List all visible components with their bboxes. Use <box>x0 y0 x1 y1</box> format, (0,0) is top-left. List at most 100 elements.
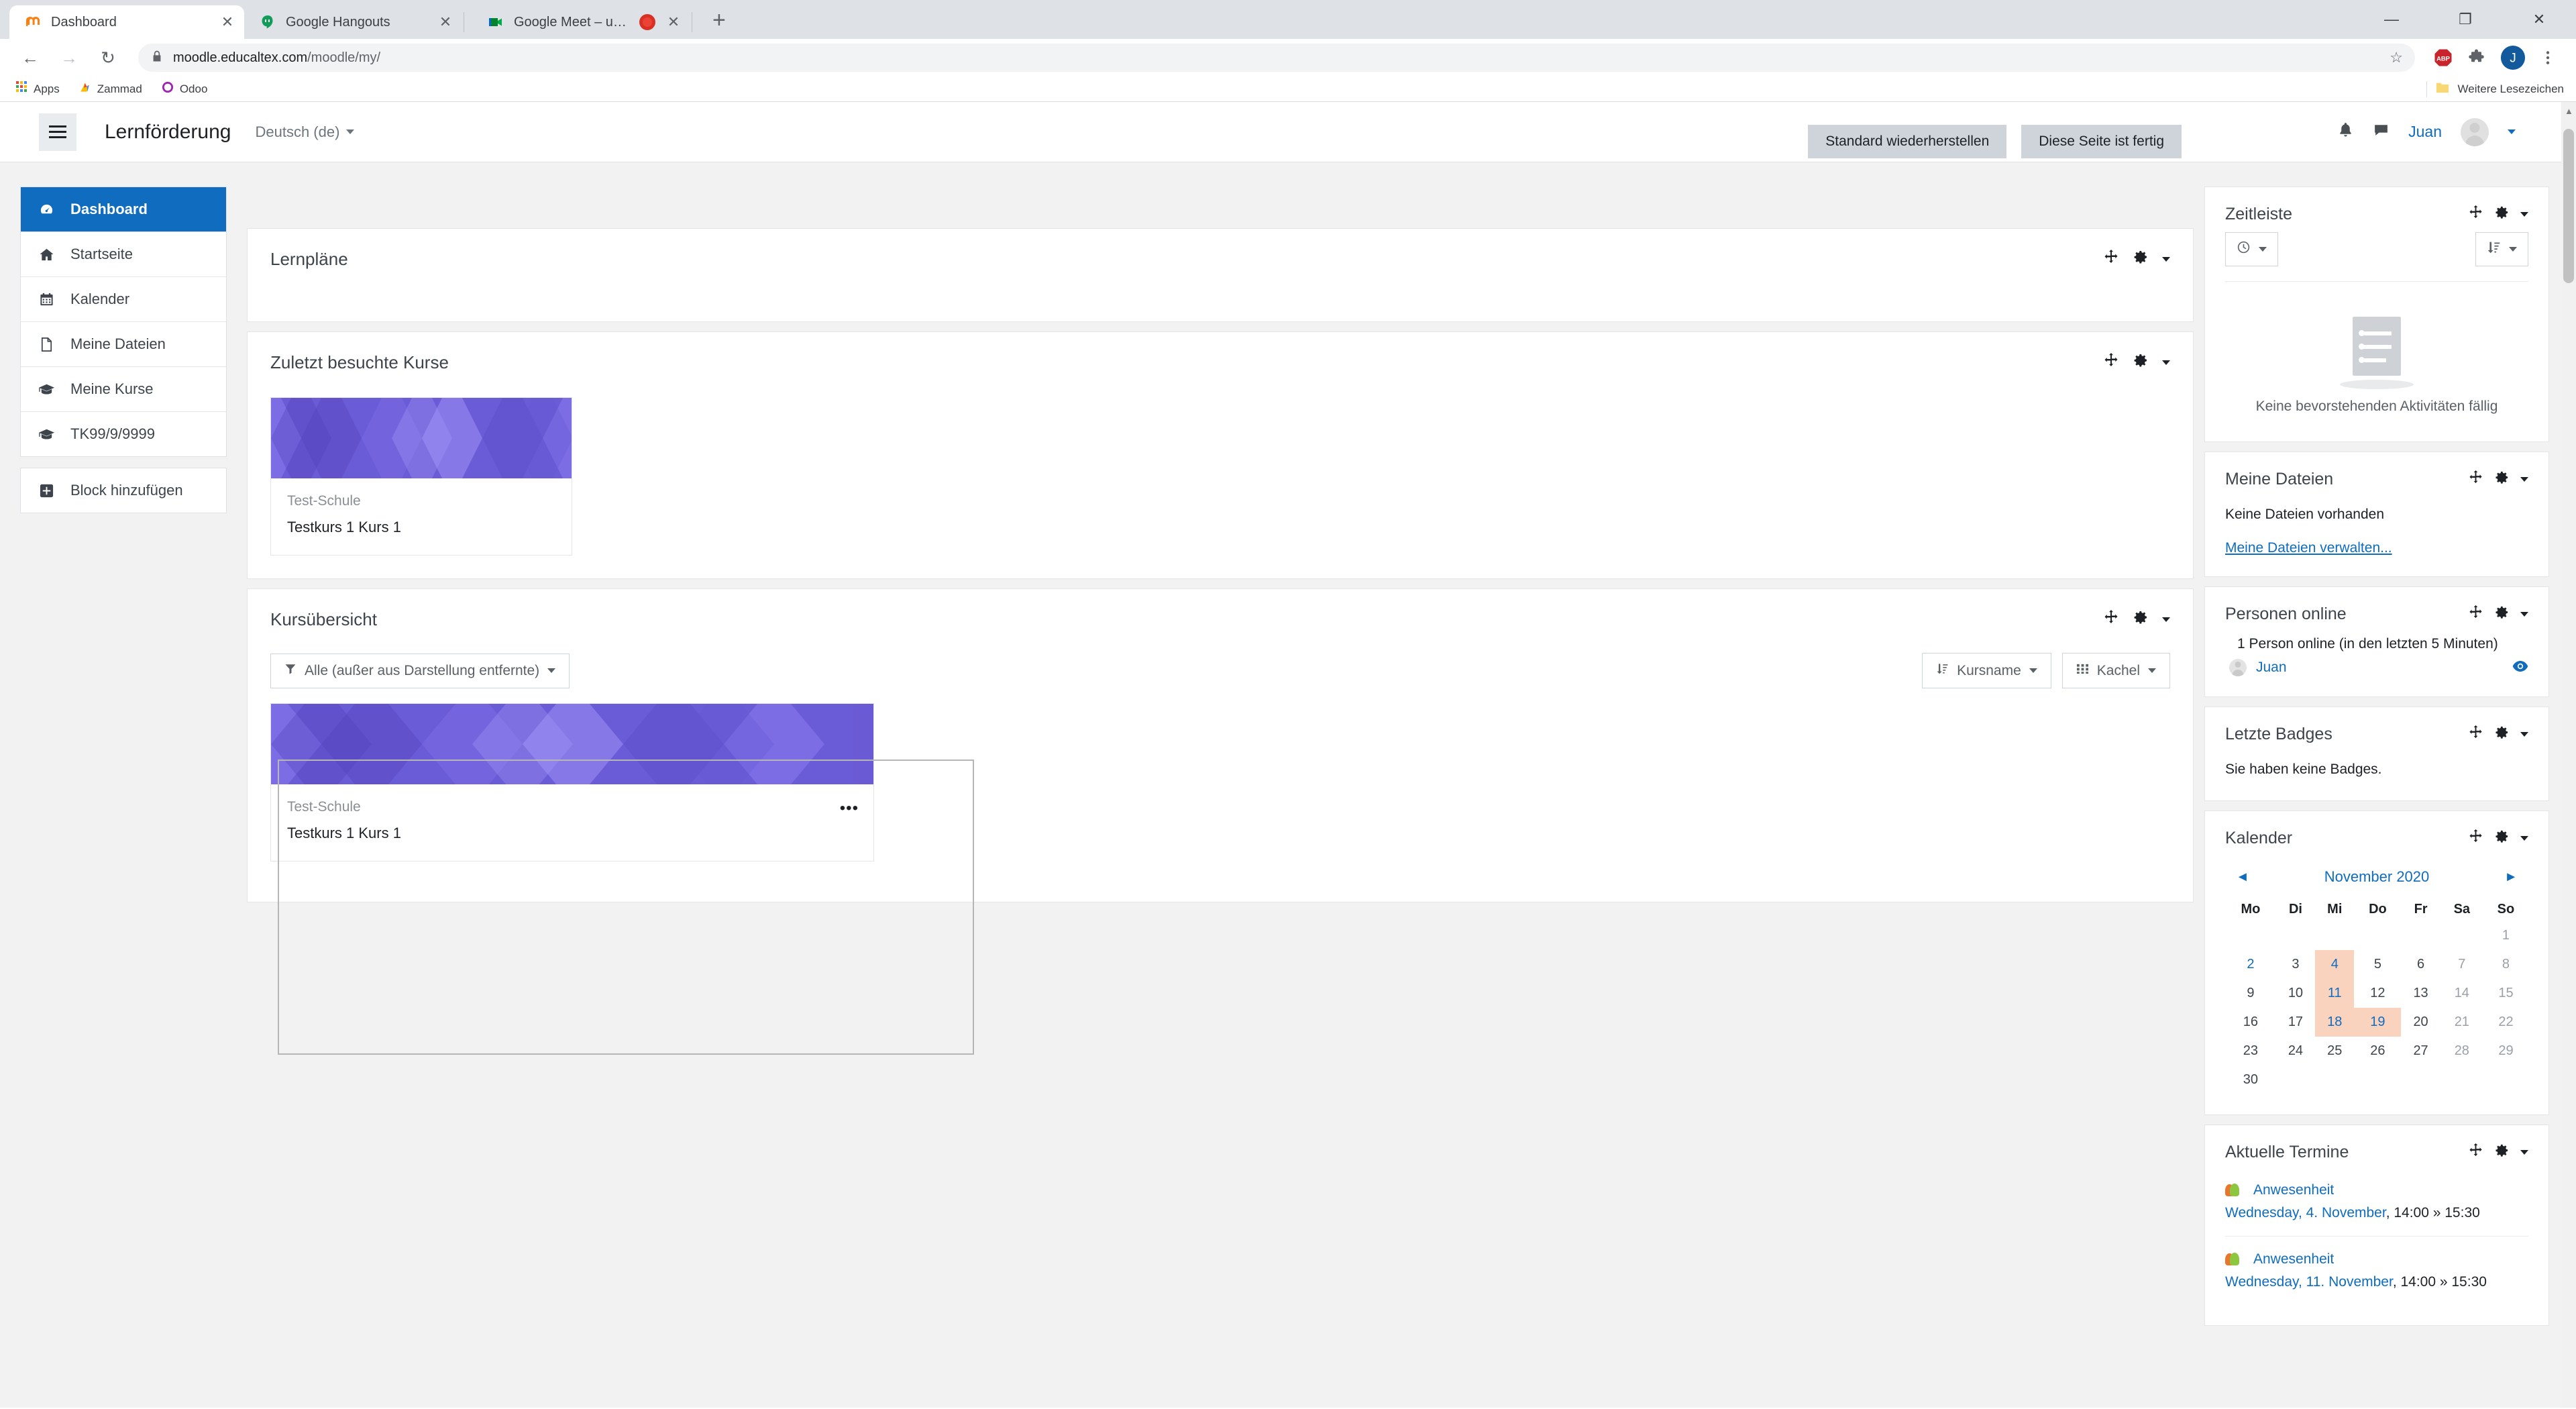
bookmark-star-icon[interactable]: ☆ <box>2390 49 2403 66</box>
gear-icon[interactable] <box>2494 470 2510 488</box>
bookmark-apps[interactable]: Apps <box>9 79 66 99</box>
calendar-day[interactable]: 19 <box>2354 1008 2402 1037</box>
move-arrows-icon[interactable] <box>2103 609 2119 630</box>
chevron-down-icon[interactable] <box>2162 617 2170 622</box>
calendar-day[interactable]: 3 <box>2276 950 2315 979</box>
calendar-day[interactable]: 30 <box>2225 1065 2276 1094</box>
close-window-icon[interactable]: ✕ <box>2502 0 2576 39</box>
new-tab-button[interactable]: + <box>712 7 726 34</box>
move-arrows-icon[interactable] <box>2468 829 2483 847</box>
manage-my-files-link[interactable]: Meine Dateien verwalten... <box>2225 540 2528 556</box>
user-menu-chevron-down-icon[interactable] <box>2508 129 2516 134</box>
event-date-link[interactable]: Wednesday, 4. November <box>2225 1205 2386 1220</box>
move-arrows-icon[interactable] <box>2468 605 2483 623</box>
address-bar[interactable]: moodle.educaltex.com/moodle/my/ ☆ <box>138 44 2415 72</box>
extensions-puzzle-icon[interactable] <box>2462 42 2494 74</box>
calendar-day[interactable]: 9 <box>2225 979 2276 1008</box>
course-filter-dropdown[interactable]: Alle (außer aus Darstellung entfernte) <box>270 653 570 688</box>
calendar-day[interactable]: 4 <box>2315 950 2355 979</box>
calendar-day[interactable]: 16 <box>2225 1008 2276 1037</box>
chevron-down-icon[interactable] <box>2162 360 2170 365</box>
sidebar-item-tk99[interactable]: TK99/9/9999 <box>21 412 226 456</box>
sidebar-item-kalender[interactable]: Kalender <box>21 277 226 322</box>
calendar-day[interactable]: 6 <box>2401 950 2440 979</box>
calendar-day[interactable]: 27 <box>2401 1037 2440 1065</box>
move-arrows-icon[interactable] <box>2103 352 2119 373</box>
gear-icon[interactable] <box>2494 605 2510 623</box>
hamburger-icon[interactable] <box>39 113 76 151</box>
avatar[interactable] <box>2461 117 2489 146</box>
calendar-day[interactable]: 24 <box>2276 1037 2315 1065</box>
forward-icon[interactable]: → <box>51 40 87 76</box>
reset-default-button[interactable]: Standard wiederherstellen <box>1808 125 2007 158</box>
course-name[interactable]: Testkurs 1 Kurs 1 <box>287 519 555 536</box>
page-scrollbar[interactable]: ▲ <box>2561 102 2576 1408</box>
gear-icon[interactable] <box>2494 205 2510 223</box>
calendar-day[interactable]: 12 <box>2354 979 2401 1008</box>
chevron-down-icon[interactable] <box>2520 731 2528 737</box>
bookmarks-overflow[interactable]: Weitere Lesezeichen <box>2426 81 2564 97</box>
gear-icon[interactable] <box>2494 725 2510 743</box>
timeline-date-filter[interactable] <box>2225 232 2278 266</box>
event-name[interactable]: Anwesenheit <box>2253 1182 2334 1198</box>
event-name[interactable]: Anwesenheit <box>2253 1251 2334 1267</box>
online-user-name[interactable]: Juan <box>2256 660 2287 676</box>
browser-tab-hangouts[interactable]: Google Hangouts ✕ <box>244 5 472 39</box>
gear-icon[interactable] <box>2494 829 2510 847</box>
course-view-dropdown[interactable]: Kachel <box>2061 653 2170 688</box>
gear-icon[interactable] <box>2494 1143 2510 1161</box>
kebab-menu-icon[interactable] <box>2532 42 2564 74</box>
move-arrows-icon[interactable] <box>2468 470 2483 488</box>
navbar-username[interactable]: Juan <box>2408 123 2442 141</box>
chevron-down-icon[interactable] <box>2520 476 2528 482</box>
gear-icon[interactable] <box>2133 352 2149 373</box>
sidebar-item-dashboard[interactable]: Dashboard <box>21 187 226 232</box>
calendar-day[interactable]: 13 <box>2401 979 2440 1008</box>
calendar-month-label[interactable]: November 2020 <box>2324 868 2430 886</box>
message-bubble-icon[interactable] <box>2373 121 2390 143</box>
sidebar-item-meine-dateien[interactable]: Meine Dateien <box>21 322 226 367</box>
chevron-down-icon[interactable] <box>2520 211 2528 217</box>
event-date-link[interactable]: Wednesday, 11. November <box>2225 1274 2393 1290</box>
chevron-down-icon[interactable] <box>2520 611 2528 617</box>
gear-icon[interactable] <box>2133 249 2149 270</box>
calendar-day[interactable]: 23 <box>2225 1037 2276 1065</box>
calendar-day[interactable]: 29 <box>2483 1037 2528 1065</box>
calendar-day[interactable]: 15 <box>2483 979 2528 1008</box>
sidebar-item-add-block[interactable]: Block hinzufügen <box>21 468 226 513</box>
close-icon[interactable]: ✕ <box>219 13 236 31</box>
scroll-up-icon[interactable]: ▲ <box>2565 106 2573 116</box>
sidebar-item-startseite[interactable]: Startseite <box>21 232 226 277</box>
language-menu[interactable]: Deutsch (de) <box>255 123 355 141</box>
chevron-down-icon[interactable] <box>2162 257 2170 262</box>
calendar-day[interactable]: 1 <box>2483 921 2528 950</box>
calendar-day[interactable]: 22 <box>2483 1008 2528 1037</box>
sidebar-item-meine-kurse[interactable]: Meine Kurse <box>21 367 226 412</box>
calendar-day[interactable]: 20 <box>2401 1008 2440 1037</box>
calendar-day[interactable]: 7 <box>2440 950 2483 979</box>
chevron-down-icon[interactable] <box>2520 835 2528 841</box>
site-brand[interactable]: Lernförderung <box>105 121 231 144</box>
timeline-sort-filter[interactable] <box>2475 232 2528 266</box>
calendar-day[interactable]: 8 <box>2483 950 2528 979</box>
calendar-prev-icon[interactable]: ◄ <box>2236 870 2249 885</box>
calendar-day[interactable]: 17 <box>2276 1008 2315 1037</box>
course-card[interactable]: Test-Schule Testkurs 1 Kurs 1 ••• <box>270 703 874 862</box>
calendar-day[interactable]: 11 <box>2315 979 2355 1008</box>
calendar-day[interactable]: 25 <box>2315 1037 2354 1065</box>
move-arrows-icon[interactable] <box>2468 725 2483 743</box>
calendar-day[interactable]: 5 <box>2354 950 2401 979</box>
calendar-day[interactable]: 26 <box>2354 1037 2401 1065</box>
back-icon[interactable]: ← <box>12 40 48 76</box>
close-icon[interactable]: ✕ <box>665 13 682 31</box>
chevron-down-icon[interactable] <box>2520 1149 2528 1155</box>
reload-icon[interactable]: ↻ <box>90 40 126 76</box>
minimize-icon[interactable]: — <box>2355 0 2428 39</box>
close-icon[interactable]: ✕ <box>437 13 454 31</box>
browser-tab-meet[interactable]: Google Meet – ubk-jkxs-rje ✕ <box>472 5 700 39</box>
course-card[interactable]: Test-Schule Testkurs 1 Kurs 1 <box>270 397 572 556</box>
calendar-next-icon[interactable]: ► <box>2504 870 2518 885</box>
maximize-icon[interactable]: ❐ <box>2428 0 2502 39</box>
calendar-day[interactable]: 28 <box>2440 1037 2483 1065</box>
move-arrows-icon[interactable] <box>2468 205 2483 223</box>
